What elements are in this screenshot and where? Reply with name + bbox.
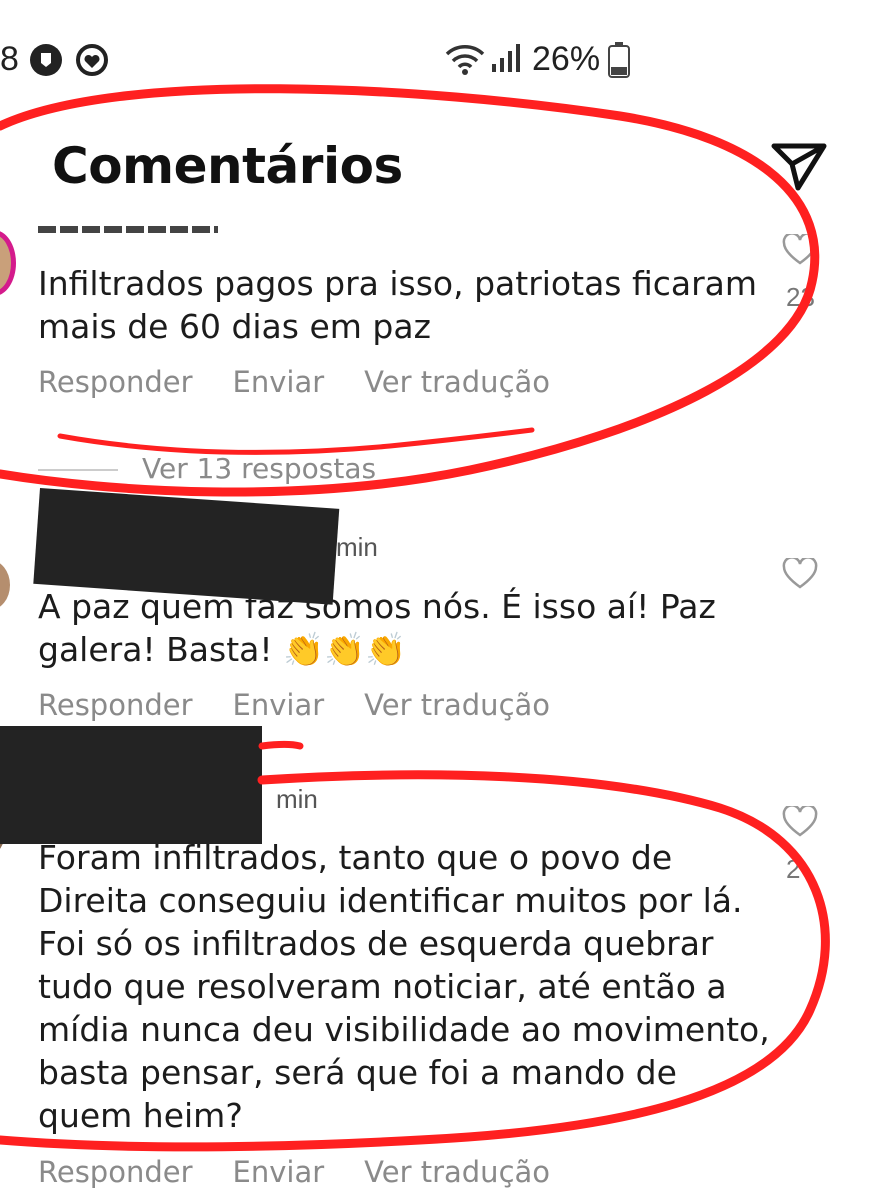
replies-divider xyxy=(38,469,118,471)
reply-button[interactable]: Responder xyxy=(38,688,193,722)
comment-text: Infiltrados pagos pra isso, patriotas fi… xyxy=(38,264,758,346)
redaction-box xyxy=(0,726,262,844)
app-notification-icon xyxy=(74,42,110,83)
send-button[interactable]: Enviar xyxy=(233,1155,325,1189)
view-replies-label: Ver 13 respostas xyxy=(142,452,377,485)
comment-actions: Responder Enviar Ver tradução xyxy=(38,1155,590,1189)
view-replies-button[interactable]: Ver 13 respostas xyxy=(38,452,376,485)
signal-icon xyxy=(490,42,522,79)
reply-button[interactable]: Responder xyxy=(38,1155,193,1189)
translate-button[interactable]: Ver tradução xyxy=(364,365,550,399)
status-bar: 8 26% xyxy=(0,0,876,120)
translate-button[interactable]: Ver tradução xyxy=(364,688,550,722)
notification-icon xyxy=(28,42,64,83)
avatar[interactable] xyxy=(0,560,10,610)
comment-actions: Responder Enviar Ver tradução xyxy=(38,365,590,399)
heart-icon[interactable] xyxy=(782,232,818,271)
send-button[interactable]: Enviar xyxy=(233,688,325,722)
like-count: 2 xyxy=(786,854,801,884)
send-icon[interactable] xyxy=(770,140,828,197)
translate-button[interactable]: Ver tradução xyxy=(364,1155,550,1189)
battery-icon xyxy=(608,42,630,83)
comment-text: A paz quem faz somos nós. É isso aí! Paz… xyxy=(38,587,716,669)
username-cropped xyxy=(38,226,338,236)
like-count: 23 xyxy=(786,282,815,312)
page-title: Comentários xyxy=(52,137,403,195)
heart-icon[interactable] xyxy=(782,556,818,595)
comment-text: Foram infiltrados, tanto que o povo de D… xyxy=(38,838,770,1135)
reply-button[interactable]: Responder xyxy=(38,365,193,399)
send-button[interactable]: Enviar xyxy=(233,365,325,399)
comment-timestamp: min xyxy=(336,532,378,562)
comment-timestamp: min xyxy=(276,784,318,814)
heart-icon[interactable] xyxy=(782,804,818,843)
comment-actions: Responder Enviar Ver tradução xyxy=(38,688,590,722)
wifi-icon xyxy=(444,42,486,81)
status-time: 8 xyxy=(0,40,19,78)
battery-percentage: 26% xyxy=(532,40,601,78)
avatar[interactable] xyxy=(0,230,16,296)
